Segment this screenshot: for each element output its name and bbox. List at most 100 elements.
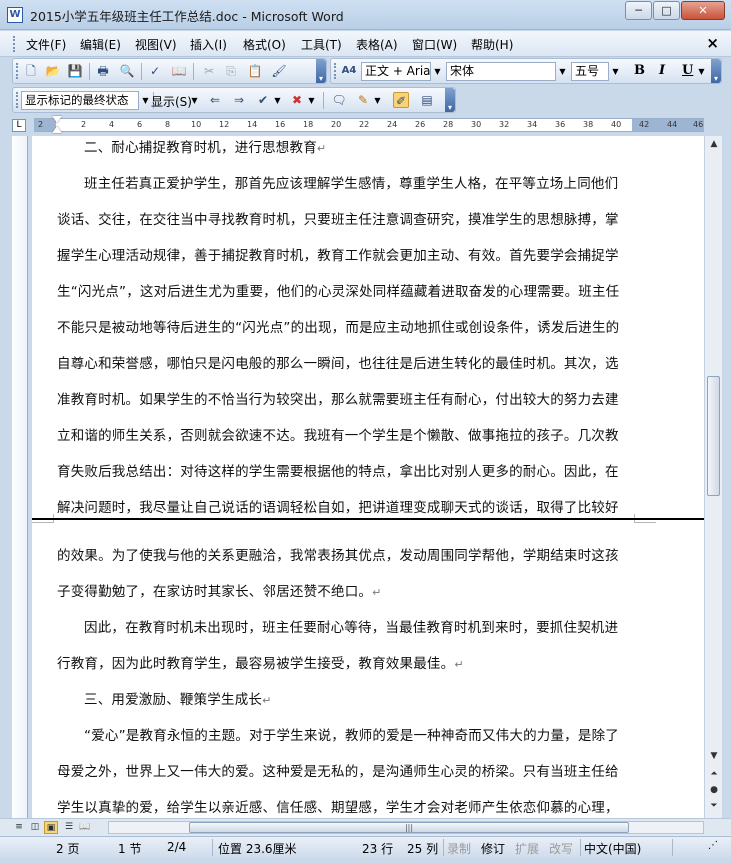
web-layout-icon[interactable]: ◫ bbox=[28, 821, 42, 834]
vertical-ruler[interactable] bbox=[12, 136, 28, 818]
italic-button[interactable]: I bbox=[659, 63, 665, 78]
paragraph-line: 解决问题时，我尽量让自己说话的语调轻松自如，把讲道理变成聊天式的谈话，取得了比较… bbox=[57, 500, 619, 516]
menu-tools[interactable]: 工具(T) bbox=[301, 36, 342, 53]
copy-icon[interactable]: ⎘ bbox=[223, 63, 239, 79]
toolbar-grip[interactable] bbox=[16, 92, 20, 108]
spell-check-icon[interactable]: ✓ bbox=[147, 63, 163, 79]
print-icon[interactable]: 🖶 bbox=[95, 63, 111, 79]
maximize-button[interactable]: □ bbox=[653, 1, 680, 20]
ruler-tick: 24 bbox=[387, 120, 398, 129]
horizontal-ruler[interactable]: 2 2 4 6 8 10 12 14 16 18 20 22 24 26 28 … bbox=[34, 118, 704, 132]
show-menu-button[interactable]: 显示(S) bbox=[151, 93, 192, 110]
format-painter-icon[interactable]: 🖌 bbox=[271, 63, 287, 79]
previous-change-icon[interactable]: ⇐ bbox=[207, 92, 223, 108]
minimize-button[interactable]: ─ bbox=[625, 1, 652, 20]
previous-page-icon[interactable]: ⏶ bbox=[708, 768, 720, 780]
status-record[interactable]: 录制 bbox=[447, 840, 471, 857]
window-controls: ─ □ ✕ bbox=[624, 1, 725, 20]
close-button[interactable]: ✕ bbox=[681, 1, 725, 20]
chevron-down-icon[interactable]: ▼ bbox=[188, 91, 201, 110]
print-preview-icon[interactable]: 🔍 bbox=[119, 63, 135, 79]
vertical-scrollbar[interactable]: ▲ ▼ ⏶ ● ⏷ bbox=[704, 136, 722, 818]
chevron-down-icon[interactable]: ▼ bbox=[556, 62, 569, 81]
toolbar-options-icon[interactable]: ▾ bbox=[445, 88, 455, 112]
status-language[interactable]: 中文(中国) bbox=[584, 840, 641, 857]
chevron-down-icon[interactable]: ▼ bbox=[305, 91, 318, 110]
reading-layout-icon[interactable]: 📖 bbox=[78, 821, 92, 834]
menu-view[interactable]: 视图(V) bbox=[135, 36, 177, 53]
horizontal-scrollbar[interactable]: ||| bbox=[108, 821, 704, 834]
paste-icon[interactable]: 📋 bbox=[247, 63, 263, 79]
toolbar-grip[interactable] bbox=[16, 63, 20, 79]
status-extend[interactable]: 扩展 bbox=[515, 840, 539, 857]
research-icon[interactable]: 📖 bbox=[171, 63, 187, 79]
bold-button[interactable]: B bbox=[634, 63, 645, 78]
first-line-indent-marker[interactable] bbox=[52, 116, 62, 134]
status-track-changes[interactable]: 修订 bbox=[481, 840, 505, 857]
select-browse-object-icon[interactable]: ● bbox=[708, 784, 720, 796]
ruler-tick: 2 bbox=[38, 120, 44, 129]
styles-pane-icon[interactable]: A4 bbox=[341, 63, 357, 79]
status-overtype[interactable]: 改写 bbox=[549, 840, 573, 857]
document-page[interactable]: 二、耐心捕捉教育时机，进行思想教育↵ 班主任若真正爱护学生，那首先应该理解学生感… bbox=[32, 136, 704, 818]
highlight-icon[interactable]: ✎ bbox=[355, 92, 371, 108]
formatting-toolbar: A4 正文 + Aria ▼ 宋体 ▼ 五号 ▼ B I U ▼ ▾ bbox=[330, 58, 722, 84]
style-select[interactable]: 正文 + Aria bbox=[361, 62, 431, 81]
toolbar-separator bbox=[323, 92, 324, 109]
chevron-down-icon[interactable]: ▼ bbox=[431, 62, 444, 81]
normal-view-icon[interactable]: ≡ bbox=[12, 821, 26, 834]
toolbar-separator bbox=[141, 63, 142, 80]
chevron-down-icon[interactable]: ▼ bbox=[609, 62, 622, 81]
display-for-review-select[interactable]: 显示标记的最终状态 bbox=[21, 91, 139, 110]
print-layout-icon[interactable]: ▣ bbox=[44, 821, 58, 834]
heading-3: 三、用爱激励、鞭策学生成长↵ bbox=[84, 692, 272, 708]
document-close-button[interactable]: × bbox=[706, 34, 719, 52]
new-comment-icon[interactable]: 🗨 bbox=[331, 92, 347, 108]
menu-help[interactable]: 帮助(H) bbox=[471, 36, 513, 53]
chevron-down-icon[interactable]: ▼ bbox=[695, 62, 708, 81]
outline-view-icon[interactable]: ☰ bbox=[62, 821, 76, 834]
resize-grip-icon[interactable]: ⋰ bbox=[708, 840, 718, 851]
chevron-down-icon[interactable]: ▼ bbox=[371, 91, 384, 110]
reviewing-pane-icon[interactable]: ▤ bbox=[419, 92, 435, 108]
menu-file[interactable]: 文件(F) bbox=[26, 36, 66, 53]
scroll-thumb[interactable]: ||| bbox=[189, 822, 629, 833]
font-size-select[interactable]: 五号 bbox=[571, 62, 609, 81]
menu-edit[interactable]: 编辑(E) bbox=[80, 36, 121, 53]
ruler-tick: 4 bbox=[109, 120, 115, 129]
scroll-thumb[interactable] bbox=[707, 376, 720, 496]
page-break bbox=[32, 518, 704, 520]
toolbar-separator bbox=[89, 63, 90, 80]
menu-grip[interactable] bbox=[13, 36, 17, 52]
toolbar-options-icon[interactable]: ▾ bbox=[316, 59, 326, 83]
ruler-tick: 40 bbox=[611, 120, 622, 129]
menu-format[interactable]: 格式(O) bbox=[243, 36, 286, 53]
track-changes-icon[interactable]: ✐ bbox=[393, 92, 409, 108]
status-separator bbox=[443, 839, 444, 856]
toolbar-options-icon[interactable]: ▾ bbox=[711, 59, 721, 83]
scroll-up-icon[interactable]: ▲ bbox=[708, 138, 720, 150]
next-page-icon[interactable]: ⏷ bbox=[708, 800, 720, 812]
scroll-down-icon[interactable]: ▼ bbox=[708, 750, 720, 762]
word-app-icon[interactable]: W bbox=[7, 7, 23, 23]
tab-selector[interactable]: L bbox=[12, 119, 26, 132]
font-select[interactable]: 宋体 bbox=[446, 62, 556, 81]
accept-change-icon[interactable]: ✔ bbox=[255, 92, 271, 108]
ruler-tick: 16 bbox=[275, 120, 286, 129]
open-folder-icon[interactable]: 📂 bbox=[45, 63, 61, 79]
menu-insert[interactable]: 插入(I) bbox=[190, 36, 227, 53]
ruler-tick: 20 bbox=[331, 120, 342, 129]
toolbar-grip[interactable] bbox=[334, 63, 338, 79]
underline-button[interactable]: U bbox=[682, 63, 693, 78]
reject-change-icon[interactable]: ✖ bbox=[289, 92, 305, 108]
save-icon[interactable]: 💾 bbox=[67, 63, 83, 79]
window-title: 2015小学五年级班主任工作总结.doc - Microsoft Word bbox=[30, 9, 344, 24]
chevron-down-icon[interactable]: ▼ bbox=[271, 91, 284, 110]
menu-table[interactable]: 表格(A) bbox=[356, 36, 398, 53]
next-change-icon[interactable]: ⇒ bbox=[231, 92, 247, 108]
horizontal-ruler-row: L 2 2 4 6 8 10 12 14 16 18 20 22 24 26 2… bbox=[0, 116, 731, 134]
paragraph-line: 学生以真挚的爱，给学生以亲近感、信任感、期望感，学生才会对老师产生依恋仰慕的心理… bbox=[57, 800, 619, 816]
menu-window[interactable]: 窗口(W) bbox=[412, 36, 457, 53]
cut-icon[interactable]: ✂ bbox=[201, 63, 217, 79]
new-doc-icon[interactable]: 🗋 bbox=[23, 63, 39, 79]
